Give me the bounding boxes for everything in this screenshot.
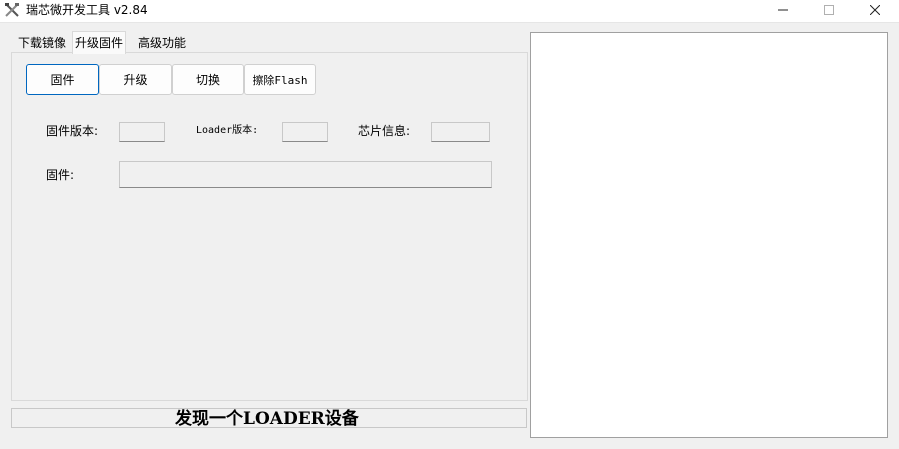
loader-version-label: Loader版本:: [196, 125, 259, 136]
loader-version-field: [282, 122, 328, 142]
close-button[interactable]: [852, 0, 898, 22]
firmware-version-label: 固件版本:: [46, 124, 99, 138]
firmware-path-label: 固件:: [46, 168, 75, 182]
maximize-button[interactable]: [806, 0, 852, 22]
status-bar: 发现一个LOADER设备: [11, 408, 527, 428]
tab-download-image[interactable]: 下载镜像: [16, 34, 68, 53]
close-icon: [869, 4, 881, 18]
tab-advanced-functions[interactable]: 高级功能: [136, 34, 188, 53]
chip-info-label: 芯片信息:: [358, 124, 411, 138]
status-text: 发现一个LOADER设备: [175, 409, 359, 428]
title-bar: 瑞芯微开发工具 v2.84: [0, 0, 899, 23]
switch-button[interactable]: 切换: [172, 64, 244, 95]
firmware-version-field: [119, 122, 165, 142]
minimize-button[interactable]: [760, 0, 806, 22]
log-output-box[interactable]: [530, 32, 888, 438]
erase-flash-button[interactable]: 擦除Flash: [244, 64, 316, 95]
firmware-button[interactable]: 固件: [26, 64, 99, 95]
tab-upgrade-firmware[interactable]: 升级固件: [72, 31, 127, 54]
firmware-path-field: [119, 161, 492, 188]
maximize-icon: [824, 4, 834, 18]
window-title: 瑞芯微开发工具 v2.84: [26, 3, 148, 17]
crossed-tools-icon: [4, 2, 20, 18]
upgrade-firmware-panel: [11, 52, 528, 401]
minimize-icon: [778, 4, 788, 18]
upgrade-button[interactable]: 升级: [99, 64, 172, 95]
chip-info-field: [431, 122, 490, 142]
